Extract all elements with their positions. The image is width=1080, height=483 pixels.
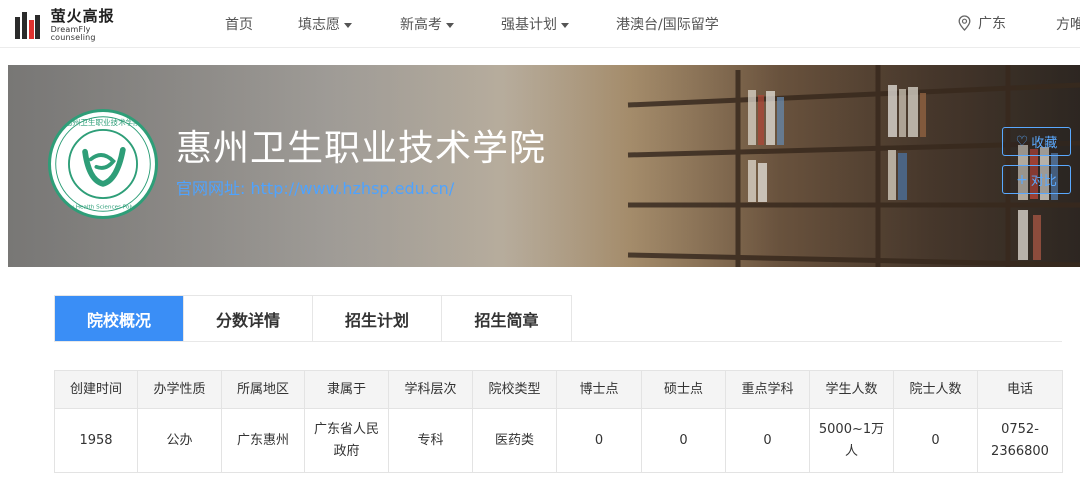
svg-text:惠州卫生职业技术学院: 惠州卫生职业技术学院 [65, 117, 141, 127]
website-link[interactable]: http://www.hzhsp.edu.cn/ [251, 179, 455, 198]
header-academicians: 院士人数 [893, 370, 978, 409]
cell-academicians: 0 [893, 408, 978, 473]
table-row: 1958 公办 广东惠州 广东省人民政府 专科 医药类 0 0 0 5000~1… [54, 408, 1063, 473]
tab-admission-brochure[interactable]: 招生简章 [442, 296, 571, 342]
cell-level: 专科 [388, 408, 473, 473]
header-affiliation: 隶属于 [304, 370, 389, 409]
cell-doctoral-programs: 0 [556, 408, 642, 473]
header-phone: 电话 [977, 370, 1063, 409]
compare-button[interactable]: + 对比 [1002, 165, 1071, 194]
school-banner: 惠州卫生职业技术学院 Huizhou Health Sciences Polyt… [8, 65, 1080, 267]
favorite-button[interactable]: ♡ 收藏 [1002, 127, 1071, 156]
header-founded: 创建时间 [54, 370, 138, 409]
header-ownership: 办学性质 [137, 370, 222, 409]
user-name[interactable]: 方唯 [1056, 14, 1080, 34]
tab-score-details[interactable]: 分数详情 [184, 296, 313, 342]
cell-region: 广东惠州 [221, 408, 305, 473]
header-doctoral-programs: 博士点 [556, 370, 642, 409]
location-pin-icon [958, 15, 971, 31]
logo-icon [14, 10, 41, 40]
nav-new-gaokao[interactable]: 新高考 [400, 14, 454, 34]
tab-overview[interactable]: 院校概况 [55, 296, 184, 342]
plus-icon: + [1016, 171, 1028, 188]
website-label: 官网网址: [176, 179, 246, 198]
header-level: 学科层次 [388, 370, 473, 409]
nav-home[interactable]: 首页 [225, 14, 253, 34]
logo-name: 萤火高报 [50, 6, 115, 25]
cell-key-disciplines: 0 [725, 408, 810, 473]
school-info-table: 创建时间 办学性质 所属地区 隶属于 学科层次 院校类型 博士点 硕士点 重点学… [54, 370, 1063, 473]
cell-affiliation: 广东省人民政府 [304, 408, 389, 473]
cell-master-programs: 0 [641, 408, 726, 473]
nav-fill-application[interactable]: 填志愿 [298, 14, 352, 34]
nav-hk-macau-taiwan-overseas[interactable]: 港澳台/国际留学 [616, 14, 719, 34]
header-school-type: 院校类型 [472, 370, 557, 409]
cell-ownership: 公办 [137, 408, 222, 473]
top-nav: 萤火高报 DreamFly counseling 首页 填志愿 新高考 强基计划… [0, 0, 1080, 48]
school-website[interactable]: 官网网址: http://www.hzhsp.edu.cn/ [176, 175, 454, 199]
cell-founded: 1958 [54, 408, 138, 473]
logo-tagline: DreamFly counseling [50, 24, 96, 42]
heart-icon: ♡ [1015, 133, 1029, 150]
cell-phone: 0752-2366800 [977, 408, 1063, 473]
location-label: 广东 [978, 16, 1006, 32]
cell-school-type: 医药类 [472, 408, 557, 473]
caret-down-icon [446, 22, 454, 28]
site-logo[interactable]: 萤火高报 DreamFly counseling [14, 6, 134, 42]
location-selector[interactable]: 广东 [958, 13, 1006, 33]
header-region: 所属地区 [221, 370, 305, 409]
tabs-divider [54, 341, 1062, 342]
caret-down-icon [561, 22, 569, 28]
header-key-disciplines: 重点学科 [725, 370, 810, 409]
school-tabs: 院校概况 分数详情 招生计划 招生简章 [54, 295, 572, 342]
header-student-count: 学生人数 [809, 370, 894, 409]
school-emblem-icon: 惠州卫生职业技术学院 Huizhou Health Sciences Polyt… [48, 109, 158, 219]
cell-student-count: 5000~1万人 [809, 408, 894, 473]
school-name: 惠州卫生职业技术学院 [176, 128, 547, 169]
nav-strong-base-plan[interactable]: 强基计划 [501, 14, 569, 34]
header-master-programs: 硕士点 [641, 370, 726, 409]
tab-enrollment-plan[interactable]: 招生计划 [313, 296, 442, 342]
caret-down-icon [344, 22, 352, 28]
table-header-row: 创建时间 办学性质 所属地区 隶属于 学科层次 院校类型 博士点 硕士点 重点学… [54, 370, 1063, 409]
